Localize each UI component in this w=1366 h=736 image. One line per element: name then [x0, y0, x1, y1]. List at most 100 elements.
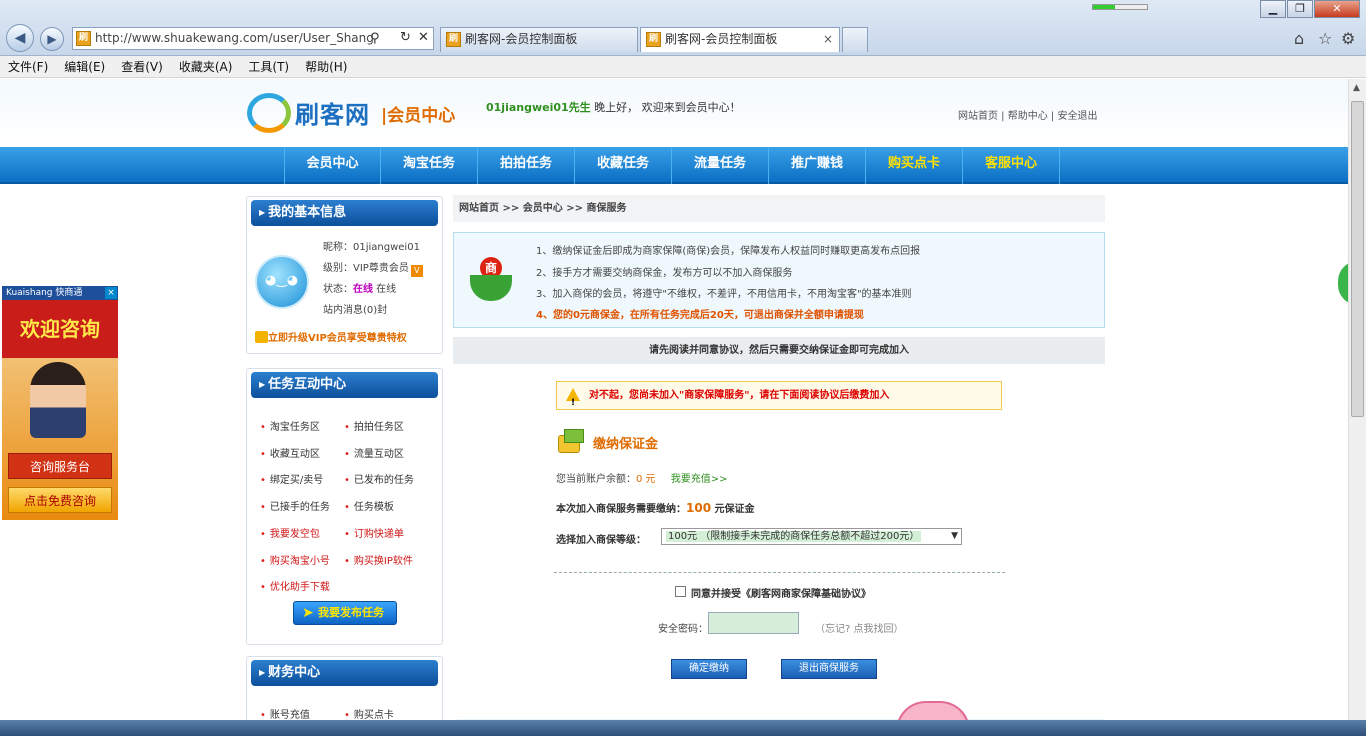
nav-buy-cards[interactable]: 购买点卡 — [866, 147, 963, 184]
ad-agent-image — [30, 362, 86, 438]
status-extra: 在线 — [373, 284, 397, 295]
security-password-input[interactable] — [708, 612, 799, 634]
mascot-decoration — [896, 701, 970, 720]
nav-paipai-tasks[interactable]: 拍拍任务 — [478, 147, 575, 184]
tab-2[interactable]: 刷 刷客网-会员控制面板 × — [640, 27, 840, 52]
nav-taobao-tasks[interactable]: 淘宝任务 — [381, 147, 478, 184]
finance-title: 财务中心 — [251, 660, 438, 686]
ad-headline: 欢迎咨询 — [2, 300, 118, 358]
task-link[interactable]: 流量互动区 — [344, 445, 404, 460]
new-tab-button[interactable] — [842, 27, 868, 52]
divider — [554, 572, 1005, 573]
coins-icon — [556, 427, 586, 457]
exit-guarantee-button[interactable]: 退出商保服务 — [781, 659, 877, 679]
basic-info-title: 我的基本信息 — [251, 200, 438, 226]
tab-title: 刷客网-会员控制面板 — [665, 32, 778, 46]
dropdown-arrow-icon: ▼ — [951, 531, 958, 541]
main-nav: 会员中心 淘宝任务 拍拍任务 收藏任务 流量任务 推广赚钱 购买点卡 客服中心 — [0, 147, 1348, 184]
task-center-panel: 任务互动中心 淘宝任务区 拍拍任务区 收藏互动区 流量互动区 绑定买/卖号 已发… — [246, 368, 443, 645]
nav-customer-service[interactable]: 客服中心 — [963, 147, 1060, 184]
task-link[interactable]: 绑定买/卖号 — [260, 471, 323, 486]
agree-checkbox[interactable] — [675, 586, 686, 597]
nav-promote[interactable]: 推广赚钱 — [769, 147, 866, 184]
search-icon[interactable]: ⚲ — [370, 31, 380, 46]
back-button[interactable]: ◀ — [6, 24, 34, 52]
site-logo[interactable]: 刷客网 |会员中心 — [247, 89, 467, 137]
ad-brand-bar: Kuaishang 快商通 × — [2, 286, 118, 300]
confirm-pay-button[interactable]: 确定缴纳 — [671, 659, 747, 679]
level: 级别：VIP尊贵会员 V — [323, 259, 423, 277]
task-link[interactable]: 已发布的任务 — [344, 471, 414, 486]
floating-consult-ad[interactable]: Kuaishang 快商通 × 欢迎咨询 咨询服务台 点击免费咨询 — [2, 286, 118, 520]
top-links[interactable]: 网站首页 | 帮助中心 | 安全退出 — [958, 107, 1097, 122]
task-link[interactable]: 优化助手下载 — [260, 578, 330, 593]
stop-icon[interactable]: ✕ — [418, 30, 429, 45]
vertical-scrollbar[interactable]: ▲ — [1348, 79, 1366, 720]
publish-task-button[interactable]: 我要发布任务 — [293, 601, 397, 625]
pay-deposit-title: 缴纳保证金 — [593, 437, 659, 452]
upgrade-vip-link[interactable]: 立即升级VIP会员享受尊贵特权 — [255, 329, 407, 344]
finance-link[interactable]: 购买点卡 — [344, 706, 394, 720]
nav-favorite-tasks[interactable]: 收藏任务 — [575, 147, 672, 184]
task-center-title: 任务互动中心 — [251, 372, 438, 398]
warning-box: 对不起，您尚未加入"商家保障服务"，请在下面阅读协议后缴费加入 — [556, 381, 1002, 417]
forward-button[interactable]: ▶ — [40, 27, 64, 51]
scroll-up-icon[interactable]: ▲ — [1353, 83, 1360, 93]
task-link[interactable]: 淘宝任务区 — [260, 418, 320, 433]
menu-edit[interactable]: 编辑(E) — [56, 56, 113, 78]
task-link[interactable]: 我要发空包 — [260, 525, 320, 540]
task-link[interactable]: 收藏互动区 — [260, 445, 320, 460]
menu-tools[interactable]: 工具(T) — [240, 56, 297, 78]
forgot-password-link[interactable]: （忘记? 点我找回） — [815, 620, 904, 635]
vip-badge-icon: V — [410, 265, 423, 277]
address-bar[interactable]: 刷 http://www.shuakewang.com/user/User_Sh… — [72, 27, 434, 50]
nav-traffic-tasks[interactable]: 流量任务 — [672, 147, 769, 184]
scroll-thumb[interactable] — [1351, 101, 1364, 417]
welcome-text: 01jiangwei01先生 晚上好， 欢迎来到会员中心！ — [486, 99, 741, 115]
task-link[interactable]: 购买换IP软件 — [344, 552, 413, 567]
menu-bar: 文件(F) 编辑(E) 查看(V) 收藏夹(A) 工具(T) 帮助(H) — [0, 56, 1366, 78]
favorites-star-icon[interactable]: ☆ — [1318, 29, 1332, 48]
level-label: 选择加入商保等级： — [556, 535, 646, 546]
finance-link[interactable]: 账号充值 — [260, 706, 310, 720]
page-viewport: 刷客网 |会员中心 01jiangwei01先生 晚上好， 欢迎来到会员中心！ … — [0, 79, 1348, 720]
ad-free-consult-button[interactable]: 点击免费咨询 — [8, 487, 112, 513]
messages-link[interactable]: 站内消息(0)封 — [323, 301, 387, 316]
password-label: 安全密码： — [658, 624, 708, 635]
balance-value: 0 元 — [636, 474, 656, 485]
guarantee-level-select[interactable]: 100元 （限制接手未完成的商保任务总额不超过200元） ▼ — [661, 528, 962, 545]
close-window-button[interactable]: ✕ — [1314, 0, 1360, 18]
browser-chrome: ◀ ▶ 刷 http://www.shuakewang.com/user/Use… — [0, 0, 1366, 56]
ad-close-icon[interactable]: × — [105, 287, 117, 299]
task-link[interactable]: 任务模板 — [344, 498, 394, 513]
menu-favorites[interactable]: 收藏夹(A) — [171, 56, 241, 78]
settings-gear-icon[interactable]: ⚙ — [1341, 29, 1355, 48]
task-link[interactable]: 拍拍任务区 — [344, 418, 404, 433]
menu-help[interactable]: 帮助(H) — [297, 56, 355, 78]
required-value: 100 — [686, 501, 712, 515]
tab-1[interactable]: 刷 刷客网-会员控制面板 — [440, 27, 638, 52]
refresh-icon[interactable]: ↻ — [400, 30, 411, 45]
tab-close-icon[interactable]: × — [823, 28, 833, 51]
logo-name: 刷客网 — [295, 101, 370, 129]
nickname: 昵称：01jiangwei01 — [323, 242, 420, 253]
maximize-button[interactable]: ❐ — [1287, 0, 1313, 18]
menu-view[interactable]: 查看(V) — [113, 56, 171, 78]
minimize-button[interactable]: ▁ — [1260, 0, 1286, 18]
site-favicon-icon: 刷 — [76, 31, 91, 46]
breadcrumb[interactable]: 网站首页 >> 会员中心 >> 商保服务 — [453, 195, 1105, 222]
menu-file[interactable]: 文件(F) — [0, 56, 56, 78]
ad-service-desk-button[interactable]: 咨询服务台 — [8, 453, 112, 479]
agree-label[interactable]: 同意并接受《刷客网商家保障基础协议》 — [691, 585, 871, 600]
basic-info-panel: 我的基本信息 昵称：01jiangwei01 级别：VIP尊贵会员V 状态：在线… — [246, 196, 443, 354]
task-link[interactable]: 订购快递单 — [344, 525, 404, 540]
task-link[interactable]: 已接手的任务 — [260, 498, 330, 513]
nav-member-center[interactable]: 会员中心 — [284, 147, 381, 184]
notice-line: 4、您的0元商保金，在所有任务完成后20天，可退出商保并全额申请提现 — [536, 310, 864, 321]
greeting: 晚上好， 欢迎来到会员中心！ — [590, 101, 741, 114]
side-float-button[interactable] — [1338, 261, 1348, 305]
home-icon[interactable]: ⌂ — [1294, 29, 1304, 48]
status-value: 在线 — [353, 284, 373, 295]
recharge-link[interactable]: 我要充值>> — [671, 474, 728, 485]
task-link[interactable]: 购买淘宝小号 — [260, 552, 330, 567]
